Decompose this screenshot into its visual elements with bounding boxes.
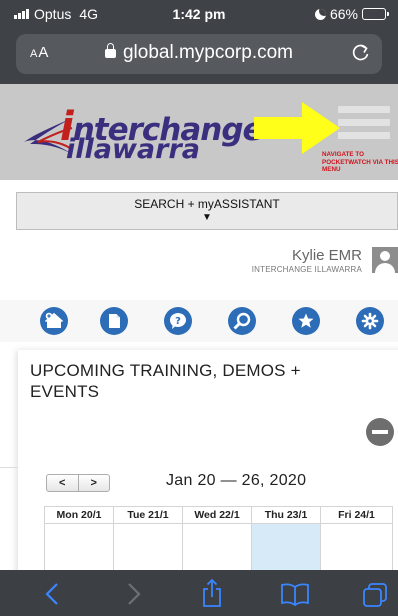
collapse-icon[interactable]: [366, 418, 394, 446]
next-week-button[interactable]: >: [77, 475, 110, 491]
caret-down-icon: ▼: [202, 212, 212, 223]
avatar-icon[interactable]: [372, 247, 398, 273]
search-icon[interactable]: [228, 307, 256, 335]
back-icon[interactable]: [44, 582, 60, 606]
quick-actions-bar: ?: [0, 300, 398, 342]
navigate-annotation: NAVIGATE TO POCKETWATCH VIA THIS MENU: [322, 151, 398, 173]
calendar-day-header: Thu 23/1: [252, 507, 320, 524]
menu-line: [338, 106, 390, 113]
user-name[interactable]: Kylie EMR: [292, 247, 362, 264]
calendar-day-header: Mon 20/1: [45, 507, 113, 524]
calendar-day-header: Fri 24/1: [321, 507, 392, 524]
settings-icon[interactable]: [356, 307, 384, 335]
browser-chrome: Optus 4G 1:42 pm 66% AA global.mypcorp.c…: [0, 0, 398, 84]
logo-text-illawarra: illawarra: [66, 134, 200, 165]
reload-button[interactable]: [352, 42, 370, 68]
hamburger-menu-button[interactable]: [338, 106, 390, 148]
calendar-day-header: Wed 22/1: [183, 507, 251, 524]
do-not-disturb-icon: [314, 8, 326, 20]
browser-toolbar: [0, 570, 398, 616]
events-title: UPCOMING TRAINING, DEMOS + EVENTS: [30, 361, 301, 401]
calendar-nav: < >: [46, 474, 110, 492]
user-organisation: INTERCHANGE ILLAWARRA: [251, 265, 362, 274]
arrow-right-icon: [254, 102, 340, 154]
battery-info: 66%: [314, 6, 389, 22]
battery-percent: 66%: [329, 6, 358, 22]
calendar-date-range: Jan 20 — 26, 2020: [166, 472, 307, 489]
home-add-icon[interactable]: [40, 307, 68, 335]
prev-week-button[interactable]: <: [47, 475, 78, 491]
calendar-day-header: Tue 21/1: [114, 507, 182, 524]
svg-text:?: ?: [175, 316, 181, 327]
status-bar: Optus 4G 1:42 pm 66%: [0, 0, 398, 28]
help-icon[interactable]: ?: [164, 307, 192, 335]
url-display[interactable]: global.mypcorp.com: [16, 42, 382, 64]
menu-line: [338, 119, 390, 126]
forward-icon[interactable]: [126, 582, 142, 606]
battery-icon: [362, 8, 389, 20]
bookmarks-icon[interactable]: [280, 582, 310, 606]
tabs-icon[interactable]: [362, 582, 388, 608]
address-bar[interactable]: AA global.mypcorp.com: [16, 34, 382, 74]
lock-icon: [104, 43, 116, 58]
divider: [0, 467, 18, 468]
search-assistant-label: SEARCH + myASSISTANT: [134, 197, 280, 211]
menu-line: [338, 132, 390, 139]
interchange-illawarra-logo[interactable]: interchange illawarra: [20, 96, 264, 168]
document-icon[interactable]: [100, 307, 128, 335]
reload-icon: [352, 44, 369, 61]
star-icon[interactable]: [292, 307, 320, 335]
url-text: global.mypcorp.com: [122, 42, 294, 63]
share-icon[interactable]: [200, 578, 224, 608]
site-banner: interchange illawarra NAVIGATE TO POCKET…: [0, 84, 398, 180]
search-assistant-toggle[interactable]: SEARCH + myASSISTANT ▼: [16, 192, 398, 230]
